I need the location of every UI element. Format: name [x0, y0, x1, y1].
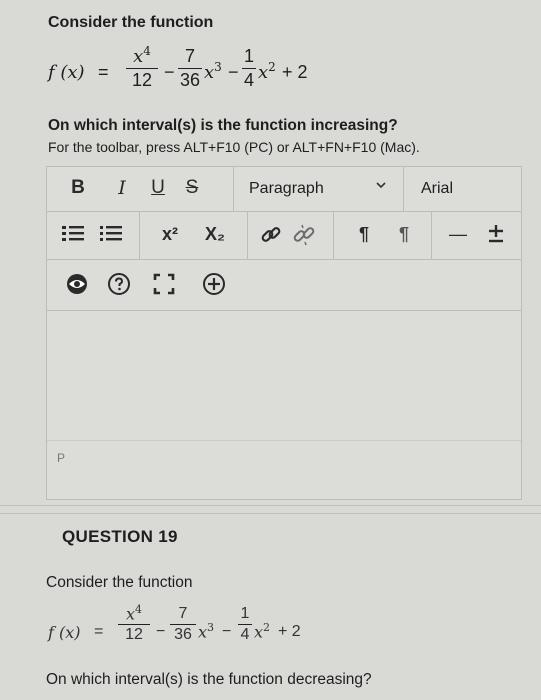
term-two-numerator: 7: [184, 46, 195, 66]
font-select-value: Arial: [421, 180, 454, 197]
toolbar-row-format: B I U S Paragraph Arial: [47, 167, 521, 212]
font-select[interactable]: Arial: [405, 167, 521, 211]
strikethrough-button[interactable]: S: [181, 173, 203, 203]
term-two-denominator: 36: [179, 70, 201, 90]
fullscreen-icon[interactable]: [153, 273, 175, 295]
term-two-fraction: 7 36: [178, 46, 202, 91]
bold-button[interactable]: B: [65, 173, 91, 203]
unlink-icon[interactable]: [291, 223, 317, 247]
term-two-variable: x: [198, 622, 208, 642]
function-name: f (x): [48, 62, 85, 83]
term-one-fraction: x4 12: [126, 44, 158, 91]
question-number-label: QUESTION 19: [62, 527, 178, 546]
numbered-list-icon[interactable]: [99, 224, 123, 244]
ltr-button[interactable]: ¶: [347, 219, 381, 249]
element-path[interactable]: P: [57, 451, 65, 465]
underline-button[interactable]: U: [147, 173, 169, 203]
term-three-denominator: 4: [240, 626, 250, 643]
question-prompt: On which interval(s) is the function inc…: [48, 117, 398, 134]
italic-button[interactable]: I: [111, 173, 133, 203]
term-three-variable: x: [254, 622, 264, 642]
question-heading: Consider the function: [46, 574, 193, 591]
term-two-fraction: 7 36: [170, 605, 196, 644]
equals-sign: =: [98, 62, 109, 82]
term-two-denominator: 36: [174, 626, 192, 643]
plus-minus-icon[interactable]: [485, 223, 507, 245]
horizontal-rule-button[interactable]: —: [445, 219, 471, 249]
toolbar-instructions: For the toolbar, press ALT+F10 (PC) or A…: [48, 139, 420, 155]
constant-term: + 2: [278, 623, 301, 640]
rtl-button[interactable]: ¶: [387, 219, 421, 249]
editor-content-area[interactable]: [47, 310, 521, 440]
minus-sign: −: [228, 62, 239, 82]
paragraph-select-value: Paragraph: [249, 180, 324, 197]
term-three-variable: x: [258, 62, 269, 83]
function-equation: f (x) = x4 12 − 7 36 x3 − 1 4 x2 + 2: [46, 603, 346, 661]
minus-sign: −: [156, 623, 166, 640]
term-three-numerator: 1: [240, 605, 250, 622]
editor-status-bar: P: [47, 440, 521, 499]
function-name: f (x): [48, 623, 81, 642]
term-two-exponent: 3: [214, 60, 222, 74]
term-one-exponent: 4: [143, 44, 151, 58]
term-three-fraction: 1 4: [238, 605, 252, 644]
term-two-exponent: 3: [207, 621, 215, 634]
add-content-icon[interactable]: [202, 272, 226, 296]
equals-sign: =: [94, 623, 104, 640]
answer-editor: B I U S Paragraph Arial x² X₂ ¶ ¶ — P: [46, 166, 522, 500]
term-three-numerator: 1: [243, 46, 254, 66]
toolbar-row-tools: [47, 259, 521, 311]
term-one-variable: x: [125, 604, 136, 624]
section-divider: [0, 505, 541, 506]
bullet-list-icon[interactable]: [61, 224, 85, 244]
help-icon[interactable]: [107, 272, 131, 296]
section-divider: [0, 513, 541, 514]
minus-sign: −: [222, 623, 232, 640]
preview-icon[interactable]: [65, 273, 89, 295]
question-prompt: On which interval(s) is the function dec…: [46, 671, 372, 688]
term-one-variable: x: [133, 46, 144, 67]
paragraph-select[interactable]: Paragraph: [235, 167, 403, 211]
term-two-numerator: 7: [178, 605, 188, 622]
function-equation: f (x) = x4 12 − 7 36 x3 − 1 4 x2 + 2: [46, 44, 346, 100]
term-three-fraction: 1 4: [242, 46, 256, 91]
subscript-button[interactable]: X₂: [197, 219, 233, 249]
term-three-denominator: 4: [243, 70, 254, 90]
term-one-fraction: x4 12: [118, 603, 150, 644]
question-heading: Consider the function: [48, 14, 214, 31]
term-one-denominator: 12: [125, 626, 143, 644]
constant-term: + 2: [282, 62, 308, 82]
term-two-variable: x: [204, 62, 215, 83]
toolbar-row-insert: x² X₂ ¶ ¶ —: [47, 211, 521, 260]
minus-sign: −: [164, 62, 175, 82]
term-three-exponent: 2: [263, 621, 271, 634]
superscript-button[interactable]: x²: [153, 219, 187, 249]
chevron-down-icon: [375, 179, 387, 191]
link-icon[interactable]: [259, 223, 283, 247]
term-one-exponent: 4: [135, 603, 143, 616]
term-three-exponent: 2: [268, 60, 276, 74]
term-one-denominator: 12: [131, 70, 153, 90]
